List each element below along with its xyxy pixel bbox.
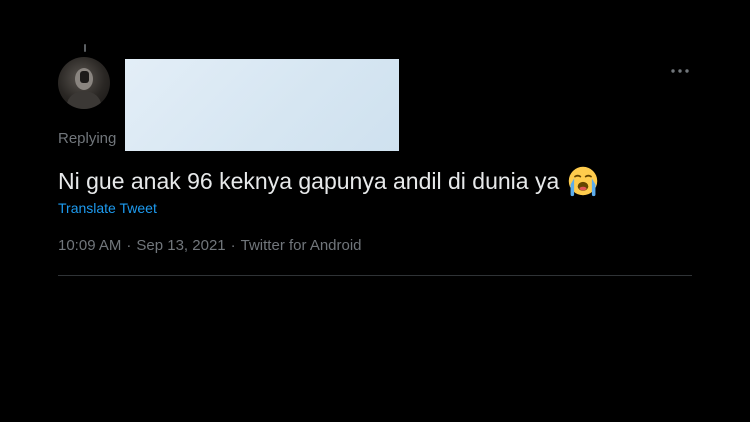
avatar-photo xyxy=(67,68,101,109)
meta-separator: · xyxy=(126,237,132,254)
replying-to-label: Replying xyxy=(58,130,117,147)
meta-separator: · xyxy=(230,237,236,254)
more-options-icon[interactable] xyxy=(668,61,692,81)
tweet-source: Twitter for Android xyxy=(240,237,362,254)
tweet-time[interactable]: 10:09 AM xyxy=(58,237,121,254)
tweet-body: Ni gue anak 96 keknya gapunya andil di d… xyxy=(58,167,560,194)
avatar[interactable] xyxy=(58,57,110,109)
redacted-user-info xyxy=(125,59,399,151)
translate-tweet-link[interactable]: Translate Tweet xyxy=(58,200,157,216)
tweet-text: Ni gue anak 96 keknya gapunya andil di d… xyxy=(58,165,599,197)
divider xyxy=(58,275,692,276)
tweet-metadata: 10:09 AM · Sep 13, 2021 · Twitter for Androi… xyxy=(58,237,362,254)
loudly-crying-face-icon xyxy=(569,166,598,197)
thread-connector-line xyxy=(84,44,86,52)
tweet-date[interactable]: Sep 13, 2021 xyxy=(136,237,225,254)
